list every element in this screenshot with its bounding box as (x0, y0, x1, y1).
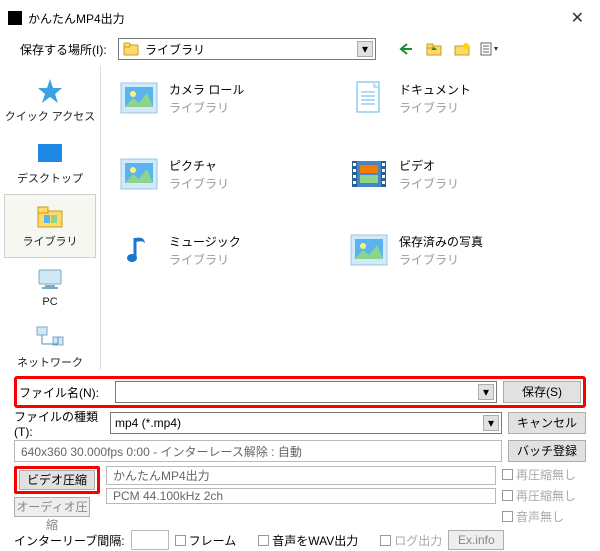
libraries-folder-icon (33, 201, 67, 231)
file-item-pictures[interactable]: ピクチャライブラリ (119, 156, 319, 192)
window-title: かんたんMP4出力 (28, 10, 125, 27)
filetype-select[interactable]: mp4 (*.mp4) ▾ (110, 412, 502, 434)
highlight-filename-row: ファイル名(N): ▾ 保存(S) (14, 376, 586, 408)
filetype-label: ファイルの種類(T): (14, 412, 104, 434)
filetype-value: mp4 (*.mp4) (115, 416, 181, 430)
view-menu-icon[interactable] (480, 40, 500, 58)
file-name: ミュージック (169, 233, 241, 250)
picture-icon (349, 232, 389, 268)
interleave-label: インターリーブ間隔: (14, 529, 125, 551)
picture-icon (119, 156, 159, 192)
batch-register-button[interactable]: バッチ登録 (508, 440, 586, 462)
main-area: クイック アクセス デスクトップ ライブラリ PC ネットワーク カメラ ロール… (0, 66, 600, 370)
file-item-music[interactable]: ミュージックライブラリ (119, 232, 319, 268)
save-in-row: 保存する場所(I): ライブラリ ▾ (0, 34, 600, 66)
file-sub: ライブラリ (399, 99, 471, 116)
ex-info-button[interactable]: Ex.info (448, 530, 504, 550)
file-name: ドキュメント (399, 81, 471, 98)
no-audio-checkbox[interactable]: 音声無し (502, 508, 586, 525)
interleave-frames-checkbox[interactable]: フレーム (175, 532, 237, 549)
video-compress-button[interactable]: ビデオ圧縮 (19, 470, 95, 490)
file-item-cameraroll[interactable]: カメラ ロールライブラリ (119, 80, 319, 116)
picture-icon (119, 80, 159, 116)
no-recompress-checkbox[interactable]: 再圧縮無し (502, 466, 586, 483)
filename-input[interactable]: ▾ (115, 381, 497, 403)
music-icon (119, 232, 159, 268)
desktop-icon (33, 138, 67, 168)
save-in-select[interactable]: ライブラリ ▾ (118, 38, 376, 60)
file-name: ピクチャ (169, 157, 229, 174)
save-in-value: ライブラリ (145, 41, 205, 58)
file-name: 保存済みの写真 (399, 233, 483, 250)
sidebar-item-label: クイック アクセス (5, 108, 96, 124)
star-icon (33, 76, 67, 106)
video-codec-value: かんたんMP4出力 (106, 466, 496, 485)
file-sub: ライブラリ (399, 175, 459, 192)
audio-codec-value: PCM 44.100kHz 2ch (106, 488, 496, 504)
file-item-videos[interactable]: ビデオライブラリ (349, 156, 549, 192)
sidebar-item-label: ネットワーク (17, 354, 83, 370)
encode-info: 640x360 30.000fps 0:00 - インターレース解除 : 自動 (14, 440, 502, 462)
dropdown-arrow-icon: ▾ (357, 41, 373, 57)
dropdown-arrow-icon: ▾ (478, 384, 494, 400)
wav-output-checkbox[interactable]: 音声をWAV出力 (258, 532, 358, 549)
file-sub: ライブラリ (399, 251, 483, 268)
pc-icon (33, 264, 67, 294)
file-item-documents[interactable]: ドキュメントライブラリ (349, 80, 549, 116)
sidebar-item-label: デスクトップ (17, 170, 83, 186)
app-icon (8, 11, 22, 25)
interleave-input[interactable] (131, 530, 169, 550)
sidebar-item-label: PC (42, 296, 57, 308)
back-icon[interactable] (396, 40, 416, 58)
sidebar-item-label: ライブラリ (23, 233, 78, 249)
save-button[interactable]: 保存(S) (503, 381, 581, 403)
network-icon (33, 322, 67, 352)
audio-compress-button[interactable]: オーディオ圧縮 (14, 497, 90, 517)
highlight-video-compress: ビデオ圧縮 (14, 466, 100, 494)
filename-label: ファイル名(N): (19, 381, 109, 403)
libraries-icon (123, 42, 139, 56)
sidebar-item-libraries[interactable]: ライブラリ (4, 194, 96, 258)
sidebar-item-pc[interactable]: PC (0, 258, 100, 316)
bottom-panel: ファイル名(N): ▾ 保存(S) ファイルの種類(T): mp4 (*.mp4… (0, 370, 600, 551)
file-list[interactable]: カメラ ロールライブラリ ドキュメントライブラリ ピクチャライブラリ ビデオライ… (100, 66, 600, 370)
file-sub: ライブラリ (169, 99, 244, 116)
dropdown-arrow-icon: ▾ (483, 415, 499, 431)
log-output-checkbox[interactable]: ログ出力 (380, 532, 442, 549)
file-sub: ライブラリ (169, 251, 241, 268)
file-name: カメラ ロール (169, 81, 244, 98)
save-in-label: 保存する場所(I): (20, 41, 112, 58)
file-sub: ライブラリ (169, 175, 229, 192)
file-item-savedpictures[interactable]: 保存済みの写真ライブラリ (349, 232, 549, 268)
sidebar-item-desktop[interactable]: デスクトップ (0, 132, 100, 194)
new-folder-icon[interactable] (452, 40, 472, 58)
close-button[interactable]: ✕ (565, 8, 590, 28)
no-recompress-checkbox-2[interactable]: 再圧縮無し (502, 487, 586, 504)
sidebar-item-quickaccess[interactable]: クイック アクセス (0, 70, 100, 132)
cancel-button[interactable]: キャンセル (508, 412, 586, 434)
places-sidebar: クイック アクセス デスクトップ ライブラリ PC ネットワーク (0, 66, 100, 370)
document-icon (349, 80, 389, 116)
sidebar-item-network[interactable]: ネットワーク (0, 316, 100, 378)
titlebar: かんたんMP4出力 ✕ (0, 0, 600, 34)
file-name: ビデオ (399, 157, 459, 174)
video-icon (349, 156, 389, 192)
up-folder-icon[interactable] (424, 40, 444, 58)
